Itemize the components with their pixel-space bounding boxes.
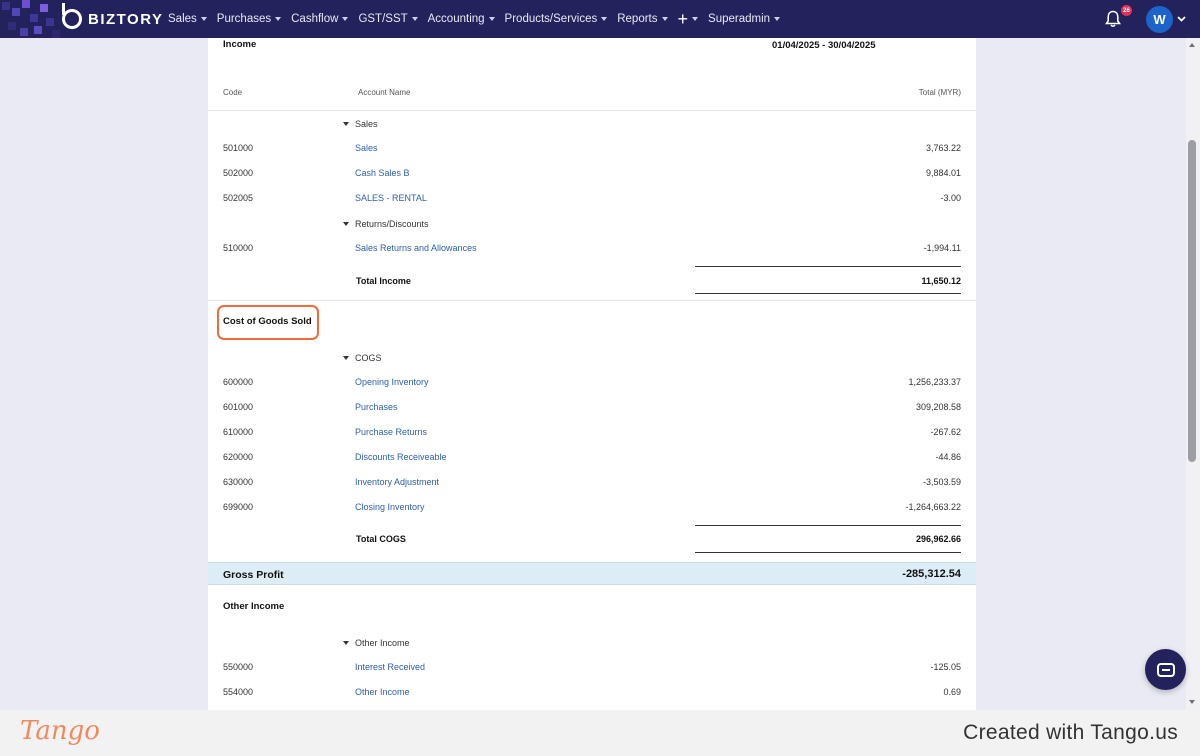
table-row: 610000 Purchase Returns -267.62	[223, 427, 961, 437]
caret-down-icon	[342, 17, 349, 21]
nav-item-superadmin[interactable]: Superadmin	[708, 13, 781, 25]
account-link[interactable]: SALES - RENTAL	[355, 193, 427, 203]
section-title-income: Income	[223, 39, 257, 50]
caret-down-icon	[275, 17, 282, 21]
chat-button[interactable]	[1145, 649, 1186, 690]
profit-loss-report: Income 01/04/2025 - 30/04/2025 Code Acco…	[208, 38, 976, 710]
table-row: 620000 Discounts Receiveable -44.86	[223, 452, 961, 462]
total-rule	[695, 552, 961, 553]
tango-footer: Tango Created with Tango.us	[0, 710, 1200, 756]
total-income-value: 11,650.12	[921, 276, 961, 286]
column-header-code: Code	[223, 88, 243, 97]
account-link[interactable]: Cash Sales B	[355, 168, 410, 178]
nav-item-accounting[interactable]: Accounting	[428, 13, 495, 25]
caret-down-icon	[343, 122, 349, 126]
scroll-up-arrow-icon[interactable]	[1189, 43, 1195, 47]
group-toggle-returns-discounts[interactable]: Returns/Discounts	[343, 216, 429, 232]
caret-down-icon	[343, 641, 349, 645]
column-header-account-name: Account Name	[358, 88, 411, 97]
table-row: 502005 SALES - RENTAL -3.00	[223, 193, 961, 203]
total-cogs-value: 296,962.66	[915, 534, 961, 544]
caret-down-icon	[774, 17, 781, 21]
caret-down-icon	[200, 17, 207, 21]
highlight-box	[217, 305, 319, 340]
account-link[interactable]: Interest Received	[355, 662, 425, 672]
gross-profit-value: -285,312.54	[902, 568, 961, 580]
gross-profit-bar: Gross Profit -285,312.54	[208, 562, 976, 585]
table-row: 502000 Cash Sales B 9,884.01	[223, 168, 961, 178]
created-with-text: Created with Tango.us	[963, 721, 1178, 744]
nav-item-purchases[interactable]: Purchases	[217, 13, 282, 25]
tango-logo: Tango	[20, 716, 100, 746]
nav-item-reports[interactable]: Reports	[617, 13, 668, 25]
group-toggle-cogs[interactable]: COGS	[343, 350, 382, 366]
table-row: 600000 Opening Inventory 1,256,233.37	[223, 377, 961, 387]
plus-icon: +	[677, 9, 689, 29]
scrollbar-thumb[interactable]	[1188, 140, 1196, 462]
caret-down-icon	[661, 17, 668, 21]
account-link[interactable]: Opening Inventory	[355, 377, 429, 387]
main-menu: Sales Purchases Cashflow GST/SST Accounting P…	[168, 0, 790, 38]
scroll-down-arrow-icon[interactable]	[1189, 700, 1195, 704]
total-income-label: Total Income	[356, 276, 411, 286]
total-rule	[695, 266, 961, 267]
account-link[interactable]: Purchase Returns	[355, 427, 427, 437]
biztory-logo[interactable]: BIZTORY	[62, 3, 164, 29]
user-avatar[interactable]: W	[1146, 6, 1173, 33]
biztory-logo-icon	[62, 3, 82, 29]
table-row: 699000 Closing Inventory -1,264,663.22	[223, 502, 961, 512]
account-link[interactable]: Purchases	[355, 402, 398, 412]
section-divider	[208, 300, 976, 301]
chat-icon	[1156, 662, 1175, 677]
nav-item-add[interactable]: +	[678, 10, 699, 28]
report-period: 01/04/2025 - 30/04/2025	[772, 40, 876, 51]
caret-down-icon	[488, 17, 495, 21]
section-title-other-income: Other Income	[223, 601, 285, 612]
account-link[interactable]: Inventory Adjustment	[355, 477, 439, 487]
header-divider	[208, 110, 976, 111]
nav-item-sales[interactable]: Sales	[168, 13, 207, 25]
table-row: 550000 Interest Received -125.05	[223, 662, 961, 672]
top-navbar: BIZTORY Sales Purchases Cashflow GST/SST Acc…	[0, 0, 1200, 38]
table-row: 601000 Purchases 309,208.58	[223, 402, 961, 412]
account-link[interactable]: Sales Returns and Allowances	[355, 243, 477, 253]
notification-bell-icon[interactable]	[1105, 10, 1121, 28]
caret-down-icon	[601, 17, 608, 21]
group-toggle-sales[interactable]: Sales	[343, 116, 378, 132]
column-header-total: Total (MYR)	[918, 88, 961, 97]
account-link[interactable]: Other Income	[355, 687, 410, 697]
table-row: 554000 Other Income 0.69	[223, 687, 961, 697]
table-row: 501000 Sales 3,763.22	[223, 143, 961, 153]
notification-badge: 26	[1121, 5, 1132, 16]
caret-down-icon	[343, 222, 349, 226]
nav-item-cashflow[interactable]: Cashflow	[291, 13, 349, 25]
chevron-down-icon[interactable]	[1177, 14, 1186, 23]
gross-profit-label: Gross Profit	[223, 569, 284, 581]
total-rule	[695, 293, 961, 294]
caret-down-icon	[692, 17, 699, 21]
account-link[interactable]: Discounts Receiveable	[355, 452, 447, 462]
group-toggle-other-income[interactable]: Other Income	[343, 635, 410, 651]
table-row: 630000 Inventory Adjustment -3,503.59	[223, 477, 961, 487]
brand-pattern	[0, 0, 70, 38]
nav-item-products-services[interactable]: Products/Services	[505, 13, 608, 25]
total-rule	[695, 525, 961, 526]
caret-down-icon	[343, 356, 349, 360]
total-cogs-label: Total COGS	[356, 534, 406, 544]
account-link[interactable]: Sales	[355, 143, 378, 153]
nav-item-gst-sst[interactable]: GST/SST	[358, 13, 418, 25]
caret-down-icon	[411, 17, 418, 21]
table-row: 510000 Sales Returns and Allowances -1,9…	[223, 243, 961, 253]
account-link[interactable]: Closing Inventory	[355, 502, 425, 512]
